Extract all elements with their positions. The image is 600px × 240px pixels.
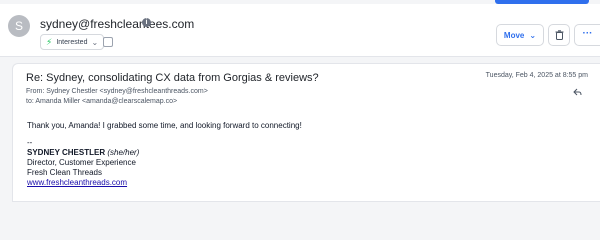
- chevron-down-icon: ⌄: [529, 30, 537, 40]
- move-button[interactable]: Move ⌄: [496, 24, 544, 46]
- email-body-text: Thank you, Amanda! I grabbed some time, …: [27, 121, 302, 130]
- status-label: Interested: [56, 38, 88, 46]
- signature-name: SYDNEY CHESTLER: [27, 148, 106, 157]
- signature-title: Director, Customer Experience: [27, 158, 136, 167]
- signature-company: Fresh Clean Threads: [27, 168, 102, 177]
- delete-button[interactable]: [548, 24, 570, 46]
- more-options-button[interactable]: ···: [574, 24, 600, 46]
- status-dropdown[interactable]: ⚡ Interested ⌄: [40, 34, 105, 50]
- avatar: S: [8, 15, 30, 37]
- from-value: Sydney Chestler <sydney@freshcleanthread…: [46, 88, 208, 95]
- to-line: to: Amanda Miller <amanda@clearscalemap.…: [26, 98, 177, 105]
- thread-header: S sydney@freshcleantees.com i ⚡ Interest…: [0, 4, 600, 57]
- signature-website-link[interactable]: www.freshcleanthreads.com: [27, 178, 127, 188]
- email-subject: Re: Sydney, consolidating CX data from G…: [26, 72, 319, 84]
- sender-email: sydney@freshcleantees.com: [40, 17, 195, 31]
- bolt-icon: ⚡: [46, 36, 53, 47]
- signature-name-line: SYDNEY CHESTLER (she/her): [27, 148, 139, 158]
- email-date: Tuesday, Feb 4, 2025 at 8:55 pm: [485, 72, 588, 79]
- reply-icon[interactable]: [573, 88, 582, 97]
- info-icon[interactable]: i: [142, 18, 151, 27]
- to-value: Amanda Miller <amanda@clearscalemap.co>: [35, 98, 178, 105]
- calendar-icon[interactable]: [103, 37, 113, 47]
- chevron-down-icon: ⌄: [91, 37, 99, 47]
- move-button-label: Move: [503, 30, 525, 40]
- to-prefix: to:: [26, 98, 34, 105]
- email-message: Re: Sydney, consolidating CX data from G…: [12, 63, 600, 202]
- signature-separator: --: [27, 138, 33, 147]
- signature-pronouns: (she/her): [107, 148, 140, 157]
- trash-icon: [555, 30, 563, 40]
- from-line: From: Sydney Chestler <sydney@freshclean…: [26, 88, 208, 95]
- from-prefix: From:: [26, 88, 45, 95]
